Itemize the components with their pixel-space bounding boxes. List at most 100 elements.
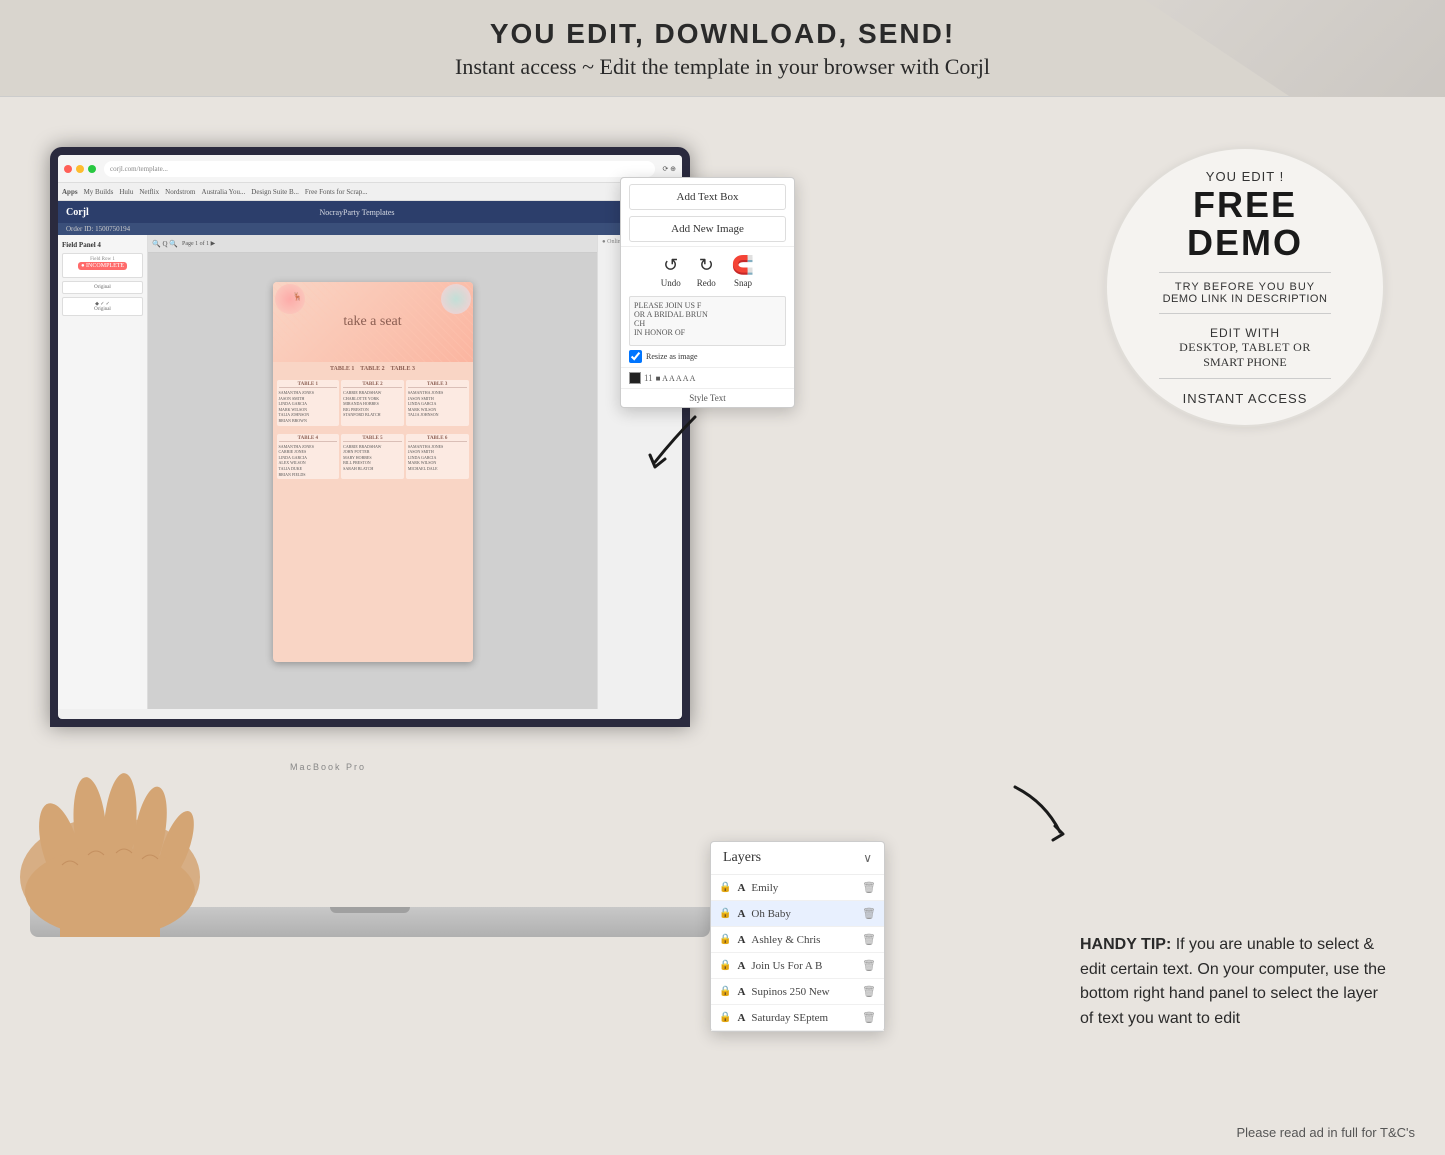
arrow-svg — [635, 397, 715, 477]
table-col-6: TABLE 6 SAMANTHA JONESJASON SMITHLINDA G… — [406, 434, 469, 480]
color-picker[interactable] — [629, 372, 641, 384]
table-4-label: TABLE 4 — [279, 436, 338, 442]
layer-delete-icon-2[interactable]: 🗑 — [862, 907, 876, 920]
layer-name-join-us: Join Us For A B — [751, 960, 856, 972]
table-3-label: TABLE 3 — [408, 382, 467, 388]
layers-header: Layers ∨ — [711, 842, 884, 875]
popup-sample-text: PLEASE JOIN US FOR A BRIDAL BRUNCHIN HON… — [634, 301, 708, 337]
corjl-header: Corjl NocrayParty Templates Checkout 👤 — [58, 201, 682, 223]
screen-inner: corjl.com/template... ⟳ ⊕ Apps My Builds… — [58, 155, 682, 719]
layer-name-ashley-chris: Ashley & Chris — [751, 934, 856, 946]
corjl-subheader: Order ID: 1500750194 🔍 ✏ ⬡ — [58, 223, 682, 235]
chart-header: 🦌 take a seat — [273, 282, 473, 362]
snap-label: Snap — [734, 278, 752, 288]
table-4-names: SAMANTHA JONESCARRIE JONESLINDA GARCIAAL… — [279, 444, 338, 478]
layers-panel: Layers ∨ 🔒 A Emily 🗑 🔒 A Oh Baby 🗑 🔒 A A… — [710, 841, 885, 1032]
redo-button[interactable]: ↻ Redo — [697, 255, 716, 288]
seating-tables-row2: TABLE 4 SAMANTHA JONESCARRIE JONESLINDA … — [273, 430, 473, 484]
incomplete-badge: ● INCOMPLETE — [78, 262, 127, 270]
layer-delete-icon[interactable]: 🗑 — [862, 881, 876, 894]
layer-item-join-us[interactable]: 🔒 A Join Us For A B 🗑 — [711, 953, 884, 979]
seating-tables: TABLE 1 SAMANTHA JONESJASON SMITHLINDA G… — [273, 376, 473, 430]
layer-delete-icon-3[interactable]: 🗑 — [862, 933, 876, 946]
arrow-handy-svg — [995, 772, 1075, 852]
layer-type-a: A — [737, 882, 745, 894]
layer-lock-icon-6: 🔒 — [719, 1012, 731, 1023]
redo-icon: ↻ — [697, 255, 716, 276]
chart-title: take a seat — [343, 314, 401, 330]
demo-try-before-text: TRY BEFORE YOU BUY — [1175, 281, 1315, 293]
browser-dot-red — [64, 165, 72, 173]
layer-lock-icon: 🔒 — [719, 882, 731, 893]
table-5-label: TABLE 5 — [343, 436, 402, 442]
layer-lock-icon-4: 🔒 — [719, 960, 731, 971]
layer-type-a-5: A — [737, 986, 745, 998]
browser-controls: ⟳ ⊕ — [663, 165, 676, 173]
demo-divider-1 — [1159, 272, 1332, 273]
layer-lock-icon-3: 🔒 — [719, 934, 731, 945]
layer-delete-icon-6[interactable]: 🗑 — [862, 1011, 876, 1024]
demo-instant-access-text: INSTANT ACCESS — [1183, 391, 1308, 406]
layer-lock-icon-2: 🔒 — [719, 908, 731, 919]
browser-url-bar[interactable]: corjl.com/template... — [104, 161, 655, 177]
free-demo-circle: YOU EDIT ! FREE DEMO TRY BEFORE YOU BUY … — [1105, 147, 1385, 427]
sidebar-field-3[interactable]: ◆ ✓ ✓ Original — [62, 297, 143, 316]
resize-checkbox[interactable] — [629, 350, 642, 363]
handy-tip-section: HANDY TIP: If you are unable to select &… — [1080, 933, 1390, 1032]
handy-tip-prefix: HANDY TIP: — [1080, 936, 1171, 953]
table-col-2: TABLE 2 CARRIE BRADSHAWCHARLOTTE YORKMIR… — [341, 380, 404, 426]
layer-delete-icon-4[interactable]: 🗑 — [862, 959, 876, 972]
snap-button[interactable]: 🧲 Snap — [732, 255, 754, 288]
demo-demo-text: DEMO — [1187, 222, 1303, 264]
table-5-names: CARRIE BRADSHAWJOHN POTTERMARY HOBBESBIL… — [343, 444, 402, 472]
demo-devices-text: DESKTOP, TABLET OR — [1179, 340, 1311, 355]
layer-name-emily: Emily — [751, 882, 856, 894]
popup-text-area[interactable]: PLEASE JOIN US FOR A BRIDAL BRUNCHIN HON… — [629, 296, 786, 346]
add-text-box-button[interactable]: Add Text Box — [629, 184, 786, 210]
sidebar-field-1[interactable]: Field Row 1 ● INCOMPLETE — [62, 253, 143, 278]
app-canvas: 🔍 Q 🔍 Page 1 of 1 ▶ 🦌 — [148, 235, 597, 709]
popup-format-toolbar: 11 ■ A A A A A — [621, 367, 794, 388]
layer-delete-icon-5[interactable]: 🗑 — [862, 985, 876, 998]
table-6-names: SAMANTHA JONESJASON SMITHLINDA GARCIAMAR… — [408, 444, 467, 472]
sidebar-field-2[interactable]: Original — [62, 281, 143, 294]
layer-item-saturday[interactable]: 🔒 A Saturday SEptem 🗑 — [711, 1005, 884, 1031]
laptop-notch — [330, 907, 410, 913]
browser-dot-green — [88, 165, 96, 173]
undo-button[interactable]: ↺ Undo — [661, 255, 681, 288]
resize-label: Resize as image — [646, 352, 698, 361]
layer-type-a-4: A — [737, 960, 745, 972]
table-3-names: SAMANTHA JONESJASON SMITHLINDA GARCIAMAR… — [408, 390, 467, 418]
table-1-names: SAMANTHA JONESJASON SMITHLINDA GARCIAMAR… — [279, 390, 338, 424]
layers-title: Layers — [723, 850, 761, 866]
table-1-label: TABLE 1 — [279, 382, 338, 388]
layer-item-emily[interactable]: 🔒 A Emily 🗑 — [711, 875, 884, 901]
hand-image — [0, 717, 240, 937]
font-size-field[interactable]: 11 — [644, 373, 653, 383]
zoom-controls: 🔍 Q 🔍 — [152, 240, 178, 248]
layer-item-ashley-chris[interactable]: 🔒 A Ashley & Chris 🗑 — [711, 927, 884, 953]
add-new-image-button[interactable]: Add New Image — [629, 216, 786, 242]
corjl-popup: Add Text Box Add New Image ↺ Undo ↻ Redo… — [620, 177, 795, 408]
demo-edit-with-text: EDIT WITH — [1210, 326, 1280, 340]
macbook-label: MacBook Pro — [290, 762, 366, 772]
layer-item-oh-baby[interactable]: 🔒 A Oh Baby 🗑 — [711, 901, 884, 927]
arrow-to-handy-tip — [995, 772, 1075, 852]
floral-right — [441, 284, 471, 314]
arrow-to-panel — [635, 397, 715, 477]
laptop-screen: corjl.com/template... ⟳ ⊕ Apps My Builds… — [50, 147, 690, 727]
undo-label: Undo — [661, 278, 681, 288]
browser-dot-yellow — [76, 165, 84, 173]
layer-name-supinos: Supinos 250 New — [751, 986, 856, 998]
seating-chart: 🦌 take a seat TABLE 1 TABLE 2 TABLE 3 TA… — [273, 282, 473, 662]
demo-free-text: FREE — [1193, 184, 1297, 226]
layer-item-supinos[interactable]: 🔒 A Supinos 250 New 🗑 — [711, 979, 884, 1005]
handy-tip-text: HANDY TIP: If you are unable to select &… — [1080, 933, 1390, 1032]
layer-lock-icon-5: 🔒 — [719, 986, 731, 997]
font-buttons: ■ A A A A A — [656, 374, 786, 383]
corjl-logo: Corjl — [66, 207, 89, 218]
table-2-label: TABLE 2 — [343, 382, 402, 388]
table-col-5: TABLE 5 CARRIE BRADSHAWJOHN POTTERMARY H… — [341, 434, 404, 480]
banner-subtitle: Instant access ~ Edit the template in yo… — [20, 54, 1425, 80]
layers-chevron-icon[interactable]: ∨ — [863, 851, 872, 866]
